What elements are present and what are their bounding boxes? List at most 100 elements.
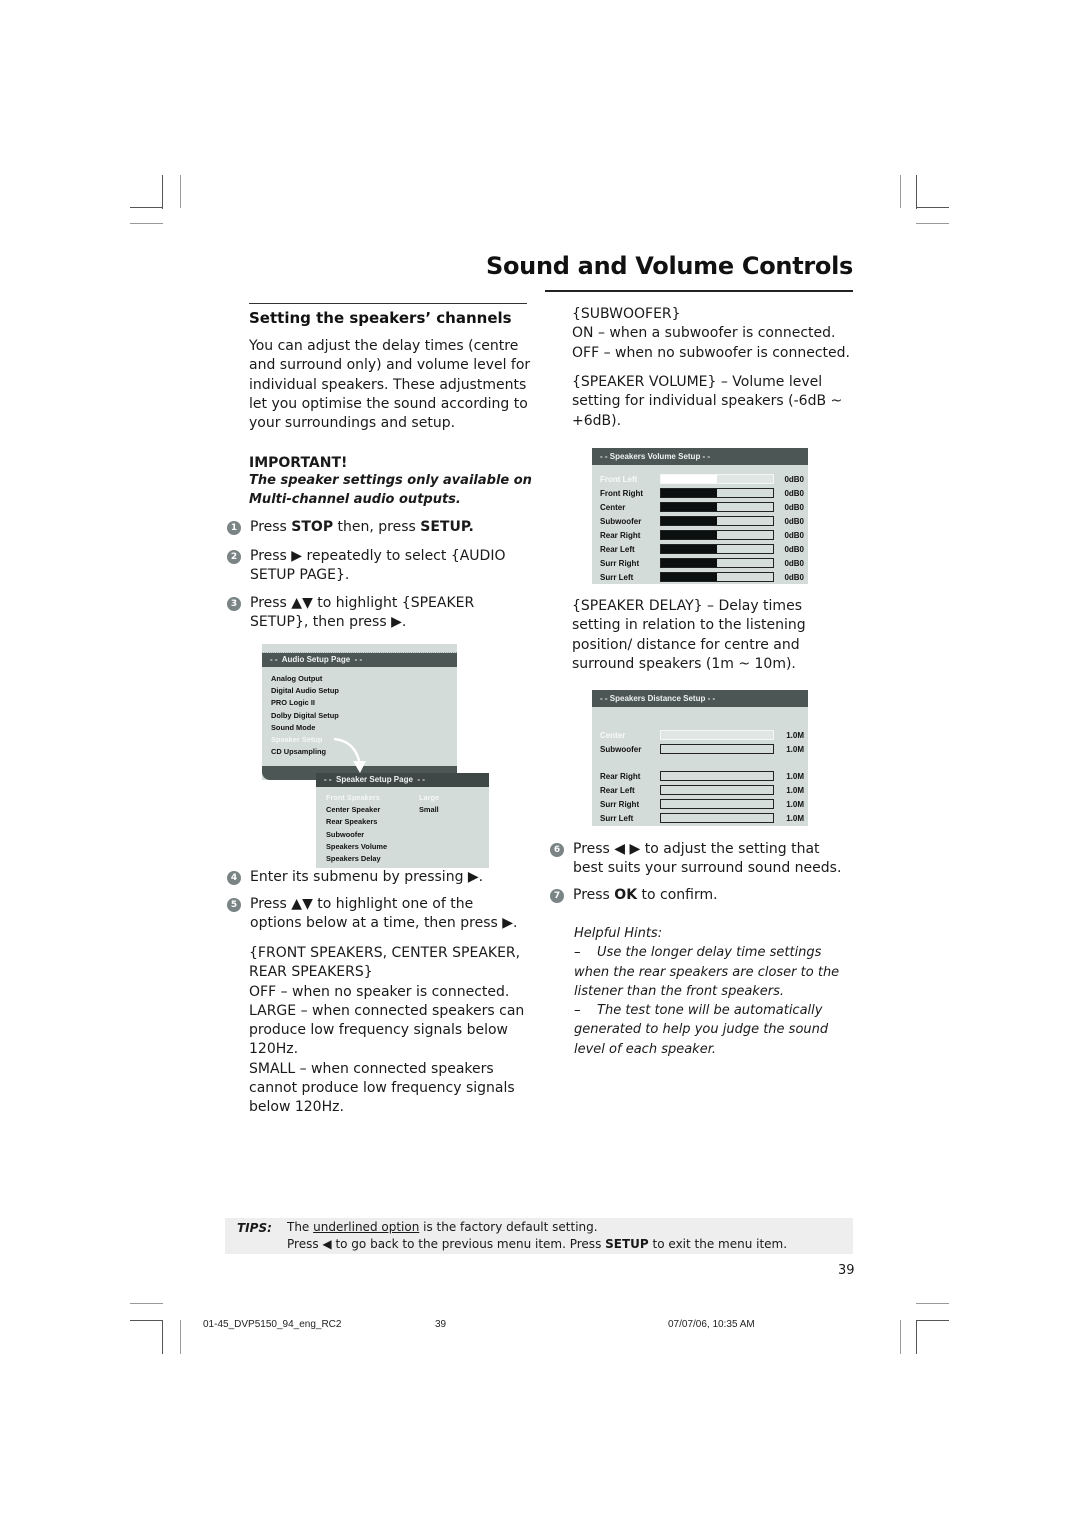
step-text: Press OK to confirm. <box>573 887 718 903</box>
step-2: 2 Press ▶ repeatedly to select {AUDIO SE… <box>227 547 527 586</box>
volume-row[interactable]: Subwoofer 0dB0 <box>600 514 804 528</box>
tips-label: TIPS: <box>237 1221 272 1235</box>
level-fill <box>661 503 717 511</box>
level-slider[interactable] <box>660 799 774 809</box>
crop-mark <box>916 175 917 209</box>
distance-row[interactable]: Rear Left 1.0M <box>600 783 804 797</box>
crop-mark <box>130 223 163 224</box>
audio-menu-item[interactable]: Digital Audio Setup <box>271 685 457 697</box>
speakers-distance-menu: - - Speakers Distance Setup - - Center 1.… <box>592 690 808 826</box>
level-value: 1.0M <box>786 771 804 781</box>
step-number: 6 <box>550 843 564 857</box>
speaker-setup-menu-list: Front Speakers Large Center Speaker Small Re… <box>316 787 489 865</box>
audio-menu-item[interactable]: Dolby Digital Setup <box>271 710 457 722</box>
speaker-label: Center <box>600 730 626 740</box>
distance-row[interactable]: Center 1.0M <box>600 728 804 742</box>
audio-menu-item[interactable]: Sound Mode <box>271 722 457 734</box>
speaker-label: Surr Right <box>600 799 640 809</box>
level-fill <box>661 531 717 539</box>
level-slider[interactable] <box>660 544 774 554</box>
step-number: 2 <box>227 550 241 564</box>
speaker-menu-item[interactable]: Speakers Delay <box>326 853 489 865</box>
level-slider[interactable] <box>660 488 774 498</box>
volume-row[interactable]: Rear Right 0dB0 <box>600 528 804 542</box>
section-title: Setting the speakers’ channels <box>249 309 512 327</box>
level-value: 0dB0 <box>784 558 804 568</box>
speaker-volume-text: {SPEAKER VOLUME} – Volume level setting … <box>572 374 843 429</box>
level-slider[interactable] <box>660 771 774 781</box>
volume-row[interactable]: Surr Left 0dB0 <box>600 570 804 584</box>
level-slider[interactable] <box>660 785 774 795</box>
level-fill <box>661 545 717 553</box>
section-rule <box>249 303 527 304</box>
level-value: 1.0M <box>786 785 804 795</box>
speaker-menu-item-value: Small <box>419 805 439 815</box>
speaker-menu-item-label: Front Speakers <box>326 793 380 802</box>
crop-mark <box>916 1303 949 1304</box>
subwoofer-options: {SUBWOOFER} ON – when a subwoofer is con… <box>572 305 857 363</box>
footer-page: 39 <box>435 1319 447 1330</box>
speaker-label: Surr Right <box>600 558 640 568</box>
level-fill <box>661 573 717 581</box>
crop-mark <box>916 223 949 224</box>
speaker-menu-item-label: Speakers Volume <box>326 841 388 851</box>
distance-row[interactable]: Surr Right 1.0M <box>600 797 804 811</box>
speakers-volume-menu: - - Speakers Volume Setup - - Front Left… <box>592 448 808 584</box>
level-slider[interactable] <box>660 474 774 484</box>
speaker-menu-item-label: Subwoofer <box>326 829 365 839</box>
level-slider[interactable] <box>660 558 774 568</box>
speakers-volume-menu-title: - - Speakers Volume Setup - - <box>592 448 808 465</box>
speaker-menu-item[interactable]: Front Speakers Large <box>326 792 489 804</box>
level-slider[interactable] <box>660 516 774 526</box>
speaker-menu-item[interactable]: Center Speaker Small <box>326 804 489 816</box>
volume-row[interactable]: Surr Right 0dB0 <box>600 556 804 570</box>
level-slider[interactable] <box>660 813 774 823</box>
important-heading: IMPORTANT! <box>249 455 348 471</box>
speaker-menu-item-value: Large <box>419 793 440 802</box>
speaker-menu-item[interactable]: Subwoofer <box>326 829 489 841</box>
option-small: SMALL – when connected speakers cannot p… <box>249 1060 515 1116</box>
step-number: 1 <box>227 521 241 535</box>
title-rule <box>545 290 853 292</box>
crop-mark <box>162 175 163 209</box>
speaker-setup-menu: - - Speaker Setup Page - - Front Speaker… <box>316 773 489 868</box>
page-number: 39 <box>838 1263 855 1278</box>
distance-row[interactable]: Subwoofer 1.0M <box>600 742 804 756</box>
hints-title: Helpful Hints: <box>574 926 663 941</box>
speaker-label: Subwoofer <box>600 516 642 526</box>
speaker-menu-item[interactable]: Rear Speakers <box>326 816 489 828</box>
speaker-label: Front Right <box>600 488 644 498</box>
level-slider[interactable] <box>660 572 774 582</box>
level-slider[interactable] <box>660 730 774 740</box>
audio-menu-item[interactable]: PRO Logic II <box>271 697 457 709</box>
step-3: 3 Press ▲▼ to highlight {SPEAKER SETUP},… <box>227 594 527 633</box>
page-title: Sound and Volume Controls <box>486 252 853 280</box>
level-slider[interactable] <box>660 744 774 754</box>
crop-mark <box>130 207 163 208</box>
speaker-setup-menu-title: - - Speaker Setup Page - - <box>316 773 489 787</box>
speaker-label: Surr Left <box>600 572 634 582</box>
audio-menu-item[interactable]: Analog Output <box>271 673 457 685</box>
level-fill <box>661 489 717 497</box>
crop-mark <box>180 175 181 208</box>
volume-row[interactable]: Front Left 0dB0 <box>600 472 804 486</box>
volume-row[interactable]: Front Right 0dB0 <box>600 486 804 500</box>
speakers-distance-menu-title: - - Speakers Distance Setup - - <box>592 690 808 707</box>
level-slider[interactable] <box>660 530 774 540</box>
crop-mark <box>900 175 901 208</box>
important-text: The speaker settings only available on M… <box>249 473 532 507</box>
distance-row[interactable]: Rear Right 1.0M <box>600 769 804 783</box>
subwoofer-heading: {SUBWOOFER} <box>572 306 681 322</box>
speaker-delay-text: {SPEAKER DELAY} – Delay times setting in… <box>572 598 806 672</box>
level-slider[interactable] <box>660 502 774 512</box>
step-7: 7 Press OK to confirm. <box>550 886 850 905</box>
volume-row[interactable]: Rear Left 0dB0 <box>600 542 804 556</box>
option-off: OFF – when no speaker is connected. <box>249 983 510 1000</box>
distance-row[interactable]: Surr Left 1.0M <box>600 811 804 825</box>
level-value: 1.0M <box>786 813 804 823</box>
crop-mark <box>130 1320 163 1321</box>
volume-row[interactable]: Center 0dB0 <box>600 500 804 514</box>
footer-timestamp: 07/07/06, 10:35 AM <box>668 1319 755 1330</box>
speaker-menu-item[interactable]: Speakers Volume <box>326 841 489 853</box>
footer-filename: 01-45_DVP5150_94_eng_RC2 <box>203 1319 342 1330</box>
